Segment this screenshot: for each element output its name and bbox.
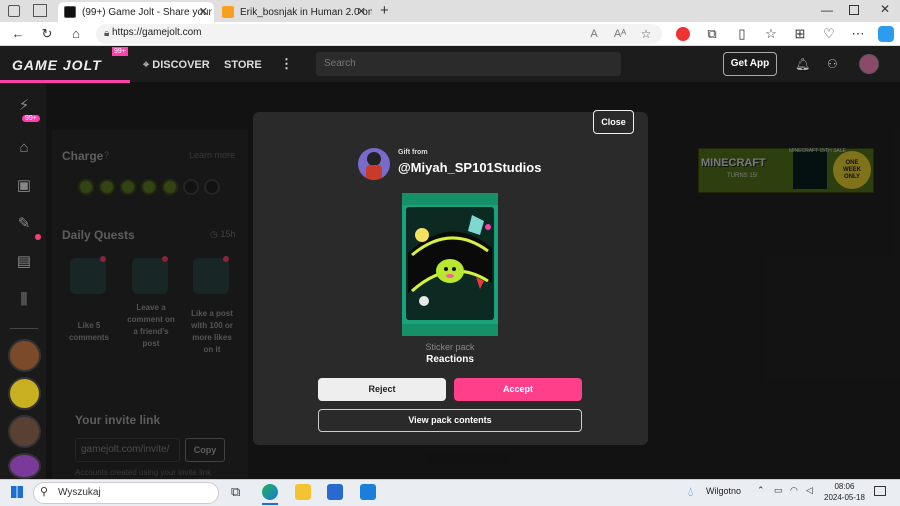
split-screen-icon[interactable]: ▯ [734, 26, 750, 42]
tab-title: (99+) Game Jolt - Share your cre [82, 6, 214, 18]
friends-icon[interactable]: ⚇ [827, 57, 838, 71]
quest-icon[interactable]: ✎ [14, 214, 34, 234]
taskbar-clock[interactable]: 08:06 2024-05-18 [824, 481, 865, 503]
weather-text[interactable]: Wilgotno [706, 486, 741, 496]
compass-icon: ⌖ [143, 59, 153, 71]
sender-username[interactable]: @Miyah_SP101Studios [398, 160, 541, 175]
battery-icon[interactable]: ▭ [774, 485, 783, 496]
network-icon[interactable]: ◠ [790, 485, 798, 496]
browser-tab-scratch[interactable]: Erik_bosnjak in Human 2.0 on Sc ✕ [216, 2, 372, 22]
scratch-favicon [222, 6, 234, 18]
get-app-button[interactable]: Get App [723, 52, 777, 76]
tab-title: Erik_bosnjak in Human 2.0 on Sc [240, 6, 372, 18]
library-icon[interactable]: ⫼ [14, 290, 34, 310]
active-app-indicator [262, 503, 278, 505]
community-avatar[interactable] [8, 453, 41, 479]
close-button[interactable]: Close [593, 110, 634, 134]
user-avatar[interactable] [859, 54, 879, 74]
clock-date: 2024-05-18 [824, 493, 865, 502]
maximize-icon[interactable] [849, 5, 859, 15]
store-icon[interactable] [327, 484, 343, 500]
close-tab-icon[interactable]: ✕ [199, 5, 208, 18]
site-search-input[interactable]: Search [316, 52, 621, 76]
avatar-head [367, 152, 381, 166]
clock-time: 08:06 [834, 482, 855, 491]
nav-discover-label: DISCOVER [152, 59, 210, 71]
volume-icon[interactable]: ◁ [806, 485, 813, 496]
taskbar-search[interactable]: Wyszukaj [33, 482, 219, 504]
shop-icon[interactable]: ⌂ [14, 138, 34, 158]
reader-icon[interactable]: Aᴬ [612, 26, 628, 42]
backpack-icon[interactable]: ▣ [14, 176, 34, 196]
search-icon: ⚲ [40, 486, 49, 498]
sender-avatar [358, 148, 390, 180]
chat-icon[interactable]: ▤ [14, 252, 34, 272]
accept-button[interactable]: Accept [454, 378, 582, 401]
lock-icon: 🔒︎ [104, 28, 110, 39]
task-view-icon[interactable]: ⧉ [231, 484, 240, 500]
notification-count-badge: 99+ [112, 47, 128, 56]
pack-name: Reactions [426, 354, 474, 365]
tab-actions-icon[interactable] [33, 4, 47, 17]
more-menu-icon[interactable]: ⋮ [280, 56, 293, 72]
nav-store[interactable]: STORE [224, 59, 262, 71]
sticker-pack-image[interactable] [402, 193, 498, 336]
tray-chevron-icon[interactable]: ⌃ [757, 485, 765, 496]
browser-menu-icon[interactable] [8, 5, 20, 17]
notifications-icon[interactable] [874, 486, 886, 496]
edge-icon[interactable] [262, 484, 278, 500]
extension-icon[interactable] [676, 27, 690, 41]
favorites-icon[interactable]: ☆ [763, 26, 779, 42]
windows-start-icon[interactable] [11, 486, 23, 498]
community-avatar[interactable] [8, 415, 41, 448]
copilot-icon[interactable] [878, 26, 894, 42]
collections-icon[interactable]: ⊞ [792, 26, 808, 42]
mail-icon[interactable] [360, 484, 376, 500]
close-window-icon[interactable]: ✕ [880, 2, 890, 16]
more-icon[interactable]: ⋯ [850, 26, 866, 42]
back-icon[interactable]: ← [10, 26, 26, 42]
jolt-icon[interactable]: ⚡︎ [14, 96, 34, 116]
quest-alert-dot [35, 234, 41, 240]
nav-discover[interactable]: ⌖ DISCOVER [143, 59, 210, 72]
bell-icon[interactable]: 🔔︎ [795, 57, 810, 71]
gift-from-label: Gift from [398, 149, 428, 156]
home-icon[interactable]: ⌂ [68, 26, 84, 42]
performance-icon[interactable]: ♡ [821, 26, 837, 42]
refresh-icon[interactable]: ↻ [39, 26, 55, 42]
minimize-icon[interactable]: — [821, 3, 833, 17]
extensions-puzzle-icon[interactable]: ⧉ [704, 26, 720, 42]
browser-tab-gamejolt[interactable]: (99+) Game Jolt - Share your cre ✕ [58, 2, 214, 22]
carousel-indicator [425, 452, 511, 464]
close-tab-icon[interactable]: ✕ [357, 5, 366, 18]
rail-divider [10, 328, 38, 329]
weather-drop-icon: 💧︎ [688, 484, 694, 499]
view-pack-contents-button[interactable]: View pack contents [318, 409, 582, 432]
pack-type-label: Sticker pack [425, 342, 475, 352]
avatar-body [366, 165, 382, 180]
gamejolt-favicon [64, 6, 76, 18]
url-text[interactable]: https://gamejolt.com [112, 27, 201, 38]
new-tab-icon[interactable]: + [380, 2, 389, 19]
read-aloud-icon[interactable]: A [586, 26, 602, 42]
community-avatar[interactable] [8, 377, 41, 410]
favorite-star-icon[interactable]: ☆ [638, 26, 654, 42]
file-explorer-icon[interactable] [295, 484, 311, 500]
gamejolt-logo[interactable]: GAME JOLT [12, 57, 102, 73]
reject-button[interactable]: Reject [318, 378, 446, 401]
rail-notification-badge: 99+ [22, 115, 40, 122]
